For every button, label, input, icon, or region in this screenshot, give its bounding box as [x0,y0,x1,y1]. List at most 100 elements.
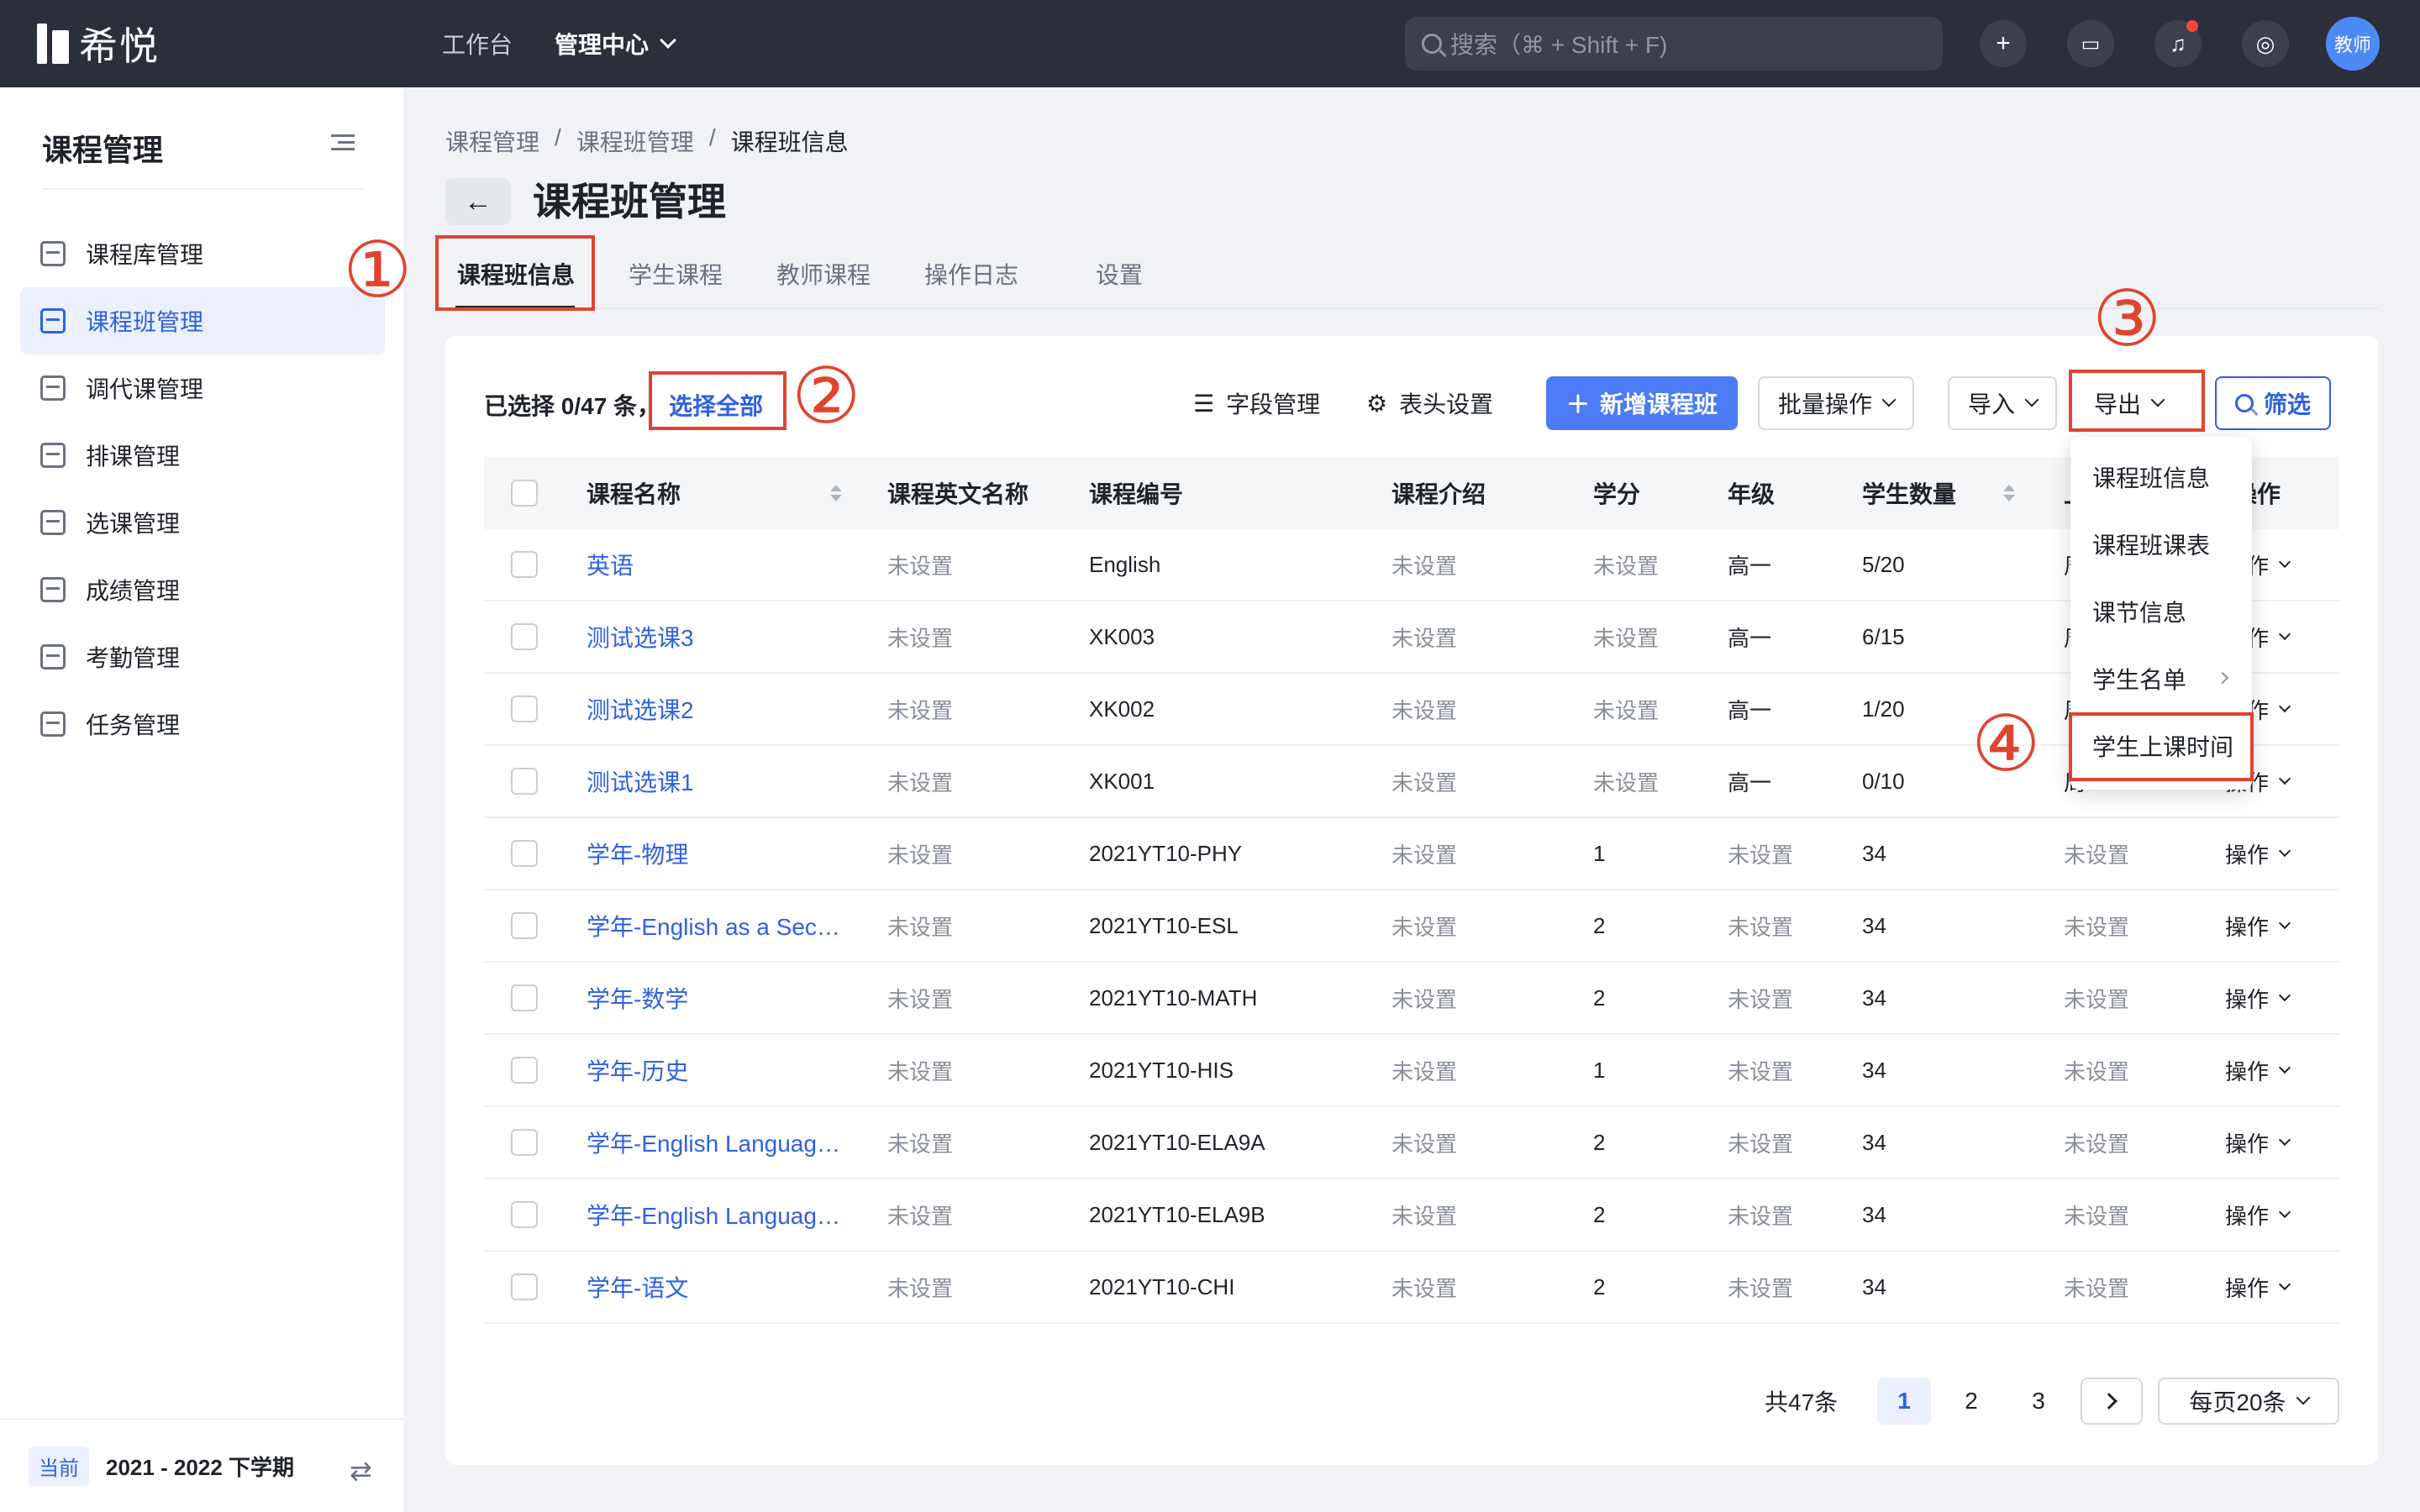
row-actions-dropdown[interactable]: 操作 [2225,1127,2291,1158]
page-3[interactable]: 3 [2012,1378,2065,1425]
row-actions-dropdown[interactable]: 操作 [2225,1272,2291,1303]
next-page-button[interactable] [2081,1378,2143,1425]
row-checkbox[interactable] [511,1129,538,1156]
chevron-down-icon [1881,392,1897,407]
select-all-checkbox[interactable] [511,480,538,507]
cell-course-name[interactable]: 学年-English Languag… [587,1198,840,1231]
sidebar-item-substitute[interactable]: 调代课管理 [20,354,385,422]
row-checkbox[interactable] [511,1273,538,1300]
table-row: 英语未设置English未设置未设置高一5/20周操作 [484,529,2339,601]
avatar[interactable]: 教师 [2326,17,2380,71]
row-checkbox[interactable] [511,768,538,795]
collapse-menu-icon[interactable] [331,134,355,151]
row-checkbox[interactable] [511,696,538,722]
cell-course-name[interactable]: 学年-English as a Sec… [587,909,840,942]
search-placeholder: 搜索（⌘ + Shift + F) [1450,32,1668,58]
tab-student-courses[interactable]: 学生课程 [629,257,723,291]
cell-course-name[interactable]: 测试选课1 [587,764,694,798]
filter-button[interactable]: 筛选 [2215,376,2332,430]
sidebar-item-course-library[interactable]: 课程库管理 [20,220,385,287]
table-row: 学年-语文 未设置 2021YT10-CHI 未设置 2 未设置 34 未设置 操作 [484,1252,2339,1324]
row-checkbox[interactable] [511,1057,538,1084]
export-class-info[interactable]: 课程班信息 [2070,444,2252,511]
tab-operation-log[interactable]: 操作日志 [924,257,1018,291]
row-actions-dropdown[interactable]: 操作 [2225,1200,2291,1231]
tab-settings[interactable]: 设置 [1096,257,1143,291]
sidebar-item-grades[interactable]: 成绩管理 [20,556,385,623]
row-checkbox[interactable] [511,984,538,1011]
message-icon[interactable]: ▭ [2067,20,2114,67]
breadcrumb-item[interactable]: 课程班管理 [576,124,694,158]
page-1[interactable]: 1 [1877,1378,1931,1425]
cell-intro: 未设置 [1392,1275,1458,1301]
breadcrumb-item[interactable]: 课程管理 [445,124,539,158]
sidebar-item-scheduling[interactable]: 排课管理 [20,422,385,489]
swap-icon[interactable]: ⇄ [350,1455,372,1487]
sidebar-item-attendance[interactable]: 考勤管理 [20,623,385,690]
cell-english-name: 未设置 [887,842,954,868]
table-row: 学年-English as a Sec… 未设置 2021YT10-ESL 未设置 2 未… [484,890,2339,963]
row-actions-label: 操作 [2225,1058,2270,1084]
tab-teacher-courses[interactable]: 教师课程 [776,257,871,291]
cell-credit: 1 [1593,840,1606,866]
cell-intro: 未设置 [1392,1058,1458,1084]
row-checkbox[interactable] [511,551,538,578]
search-input[interactable]: 搜索（⌘ + Shift + F) [1405,17,1943,71]
page-size-select[interactable]: 每页20条 [2158,1378,2339,1425]
add-icon[interactable]: + [1980,20,2027,67]
cell-course-name[interactable]: 学年-历史 [587,1053,688,1087]
term-switcher[interactable]: 当前 2021 - 2022 下学期 ⇄ [0,1418,403,1512]
sort-icon[interactable] [2003,485,2015,501]
cell-course-name[interactable]: 英语 [587,548,634,581]
bell-icon[interactable]: ♫ [2154,20,2202,67]
cell-extra: 未设置 [2064,1203,2130,1229]
breadcrumb-current: 课程班信息 [730,129,849,155]
sidebar-item-course-selection[interactable]: 选课管理 [20,489,385,556]
sidebar-item-tasks[interactable]: 任务管理 [20,690,385,758]
course-class-table: 课程名称 课程英文名称 课程编号 课程介绍 学分 年级 学生数量 上 操作 英语… [484,457,2339,1349]
row-actions-dropdown[interactable]: 操作 [2225,1055,2291,1086]
row-actions-dropdown[interactable]: 操作 [2225,911,2291,942]
row-checkbox[interactable] [511,840,538,867]
chevron-down-icon [2278,844,2291,858]
column-header-credit: 学分 [1593,481,1641,507]
nav-admin-center[interactable]: 管理中心 [555,27,676,60]
calendar-icon [40,644,66,669]
cell-credit: 未设置 [1593,553,1660,579]
export-class-timetable[interactable]: 课程班课表 [2070,511,2252,578]
batch-operations-dropdown[interactable]: 批量操作 [1758,376,1915,430]
annotation-number-4: ④ [1971,699,2041,789]
brand-logo[interactable]: 希悦 [37,18,160,69]
cell-course-code: 2021YT10-CHI [1089,1273,1235,1299]
cell-grade: 未设置 [1728,1131,1794,1157]
current-badge: 当前 [29,1446,89,1486]
cell-course-name[interactable]: 学年-语文 [587,1270,688,1304]
import-dropdown[interactable]: 导入 [1948,376,2058,430]
row-checkbox[interactable] [511,1201,538,1228]
cell-student-count: 34 [1862,984,1886,1011]
cell-course-name[interactable]: 学年-物理 [587,837,688,870]
export-lesson-info[interactable]: 课节信息 [2070,578,2252,645]
row-checkbox[interactable] [511,623,538,650]
row-actions-dropdown[interactable]: 操作 [2225,983,2291,1014]
sort-icon[interactable] [830,485,842,501]
cell-student-count: 34 [1862,1273,1886,1299]
help-icon[interactable]: ◎ [2242,20,2289,67]
table-header: 课程名称 课程英文名称 课程编号 课程介绍 学分 年级 学生数量 上 操作 [484,457,2339,529]
cell-course-name[interactable]: 学年-English Languag… [587,1126,840,1159]
sidebar-item-class-management[interactable]: 课程班管理 [20,287,385,354]
cell-course-code: 2021YT10-ELA9A [1089,1129,1265,1155]
cell-course-name[interactable]: 测试选课2 [587,692,694,726]
page-2[interactable]: 2 [1944,1378,1998,1425]
field-management-button[interactable]: ☰ 字段管理 [1193,376,1320,430]
cell-course-name[interactable]: 学年-数学 [587,981,688,1015]
row-actions-dropdown[interactable]: 操作 [2225,838,2291,869]
export-student-list[interactable]: 学生名单 [2070,645,2252,712]
row-checkbox[interactable] [511,912,538,939]
breadcrumb-separator: / [708,124,716,150]
back-button[interactable]: ← [445,178,511,225]
header-settings-button[interactable]: ⚙ 表头设置 [1366,376,1493,430]
cell-course-name[interactable]: 测试选课3 [587,620,694,654]
add-class-button[interactable]: ＋ 新增课程班 [1546,376,1739,430]
nav-workbench[interactable]: 工作台 [442,27,513,60]
